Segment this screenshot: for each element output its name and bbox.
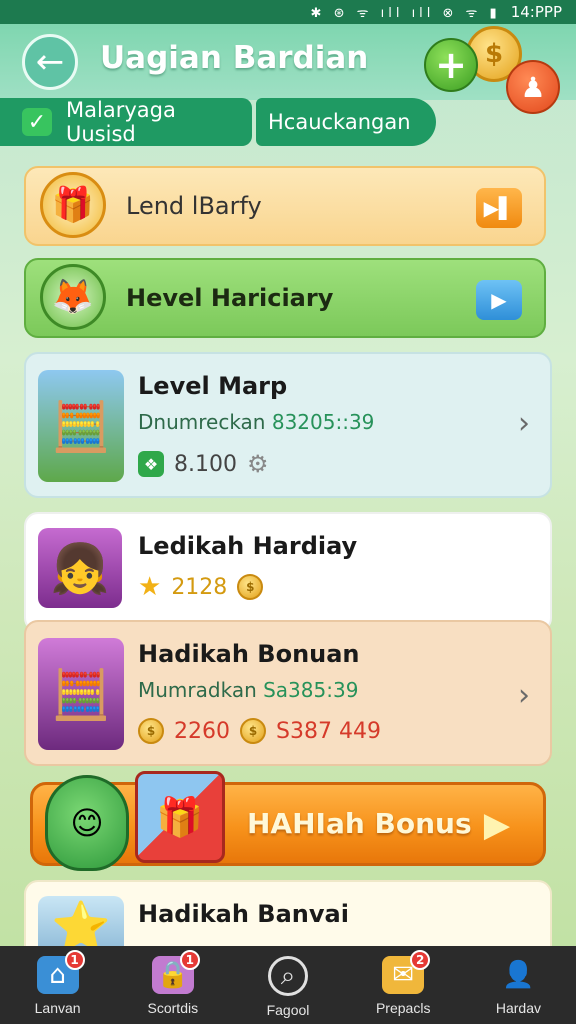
app-header: ← Uagian Bardian $ + ♟ [0,24,576,114]
subtitle-text: Mumradkan [138,678,257,702]
banner-hevel[interactable]: 🦊 Hevel Hariciary ▶ [24,258,546,338]
tab-bar: ✓ Malaryaga Uusisd Hcauckangan [0,98,576,148]
list-item[interactable]: 🧮 Hadikah Bonuan Mumradkan Sa385:39 $ 22… [24,620,552,766]
status-icons: ✱ ⊛ ᯤ ıll ıll ⊗ ᯤ ▮ [310,6,501,21]
card-subtitle: Mumradkan Sa385:39 [138,678,358,702]
tab-label: Malaryaga Uusisd [66,98,176,146]
gift-icon: ✉ 2 [382,950,431,994]
tab-label: Hcauckangan [268,110,411,134]
gift-box-icon: 🎁 [40,172,106,238]
gift-box-icon: 🎁 [135,771,225,863]
card-title: Level Marp [138,372,288,400]
plus-icon: + [435,43,467,87]
card-meta: ★ 2128 $ [138,572,264,602]
subtitle-number: 83205::39 [271,410,375,434]
play-icon: ▶ [483,805,511,845]
check-icon: ✓ [22,108,52,136]
coin-stack-icon: $ [138,718,164,744]
tab-malaryaga[interactable]: ✓ Malaryaga Uusisd [0,98,252,146]
subtitle-number: Sa385:39 [263,678,359,702]
bottom-navigation: ⌂ 1 Lanvan 🔒 1 Scortdis ⌕ Fagool ✉ 2 Prepac… [0,946,576,1024]
person-icon: 👤 [502,960,535,990]
status-time: 14:PPP [510,3,562,21]
banner-label: Lend lBarfy [126,192,262,220]
coin-icon: $ [237,574,264,600]
arrow-left-icon: ← [35,42,65,82]
card-meta: ❖ 8.100 ⚙ [138,450,269,478]
chevron-right-icon: › [518,406,530,441]
tab-hcauckangan[interactable]: Hcauckangan [256,98,436,146]
card-title: Hadikah Banvai [138,900,349,928]
subtitle-text: Dnumreckan [138,410,266,434]
card-meta: $ 2260 $ S387 449 [138,718,381,744]
meta-value: 2128 [171,574,228,600]
page-title: Uagian Bardian [100,40,369,76]
banner-label: Hevel Hariciary [126,284,334,312]
status-bar: ✱ ⊛ ᯤ ıll ıll ⊗ ᯤ ▮ 14:PPP [0,0,576,24]
notification-badge: 1 [64,950,85,970]
skip-button[interactable]: ▶▌ [476,188,522,228]
search-icon: ⌕ [268,956,308,996]
fox-avatar-icon: 🦊 [40,264,106,330]
add-button[interactable]: + [424,38,478,92]
girl-avatar-thumbnail: 👧 [38,528,122,608]
cta-label: HAHIah Bonus [247,807,472,840]
nav-item-fagool[interactable]: ⌕ Fagool [230,946,345,1024]
play-icon: ▶ [491,288,507,312]
nav-label: Scortdis [147,1000,199,1016]
card-subtitle: Dnumreckan 83205::39 [138,410,374,434]
notification-badge: 2 [410,950,431,970]
calculator-thumbnail: 🧮 [38,370,124,482]
mascot-icon: 😊 [45,775,129,871]
play-button[interactable]: ▶ [476,280,522,320]
meta-value: 2260 [174,718,230,744]
coin-icon: $ [240,718,266,744]
lock-icon: 🔒 1 [151,950,200,994]
home-icon: ⌂ 1 [36,950,85,994]
calculator-thumbnail: 🧮 [38,638,124,750]
nav-item-lanvan[interactable]: ⌂ 1 Lanvan [0,946,115,1024]
nav-item-prepacls[interactable]: ✉ 2 Prepacls [346,946,461,1024]
back-button[interactable]: ← [22,34,78,90]
star-icon: ★ [138,572,162,602]
meta-value: 8.100 [174,451,237,477]
card-title: Ledikah Hardiay [138,532,358,560]
nav-label: Fagool [266,1002,310,1018]
bonus-cta-button[interactable]: 😊 🎁 HAHIah Bonus ▶ [30,771,546,871]
banner-lend[interactable]: 🎁 Lend lBarfy ▶▌ [24,166,546,246]
gear-icon: ⚙ [246,450,269,478]
leaf-icon: ❖ [138,451,164,477]
list-item[interactable]: 🧮 Level Marp Dnumreckan 83205::39 ❖ 8.10… [24,352,552,498]
nav-label: Prepacls [375,1000,431,1016]
nav-label: Lanvan [34,1000,81,1016]
nav-item-hardav[interactable]: 👤 Hardav [461,946,576,1024]
card-title: Hadikah Bonuan [138,640,360,668]
chevron-right-icon: › [518,678,530,713]
list-item[interactable]: 👧 Ledikah Hardiay ★ 2128 $ [24,512,552,632]
nav-item-scortdis[interactable]: 🔒 1 Scortdis [115,946,230,1024]
notification-badge: 1 [179,950,200,970]
meta-value-secondary: S387 449 [276,718,381,744]
nav-label: Hardav [495,1000,541,1016]
fast-forward-icon: ▶▌ [483,196,515,220]
